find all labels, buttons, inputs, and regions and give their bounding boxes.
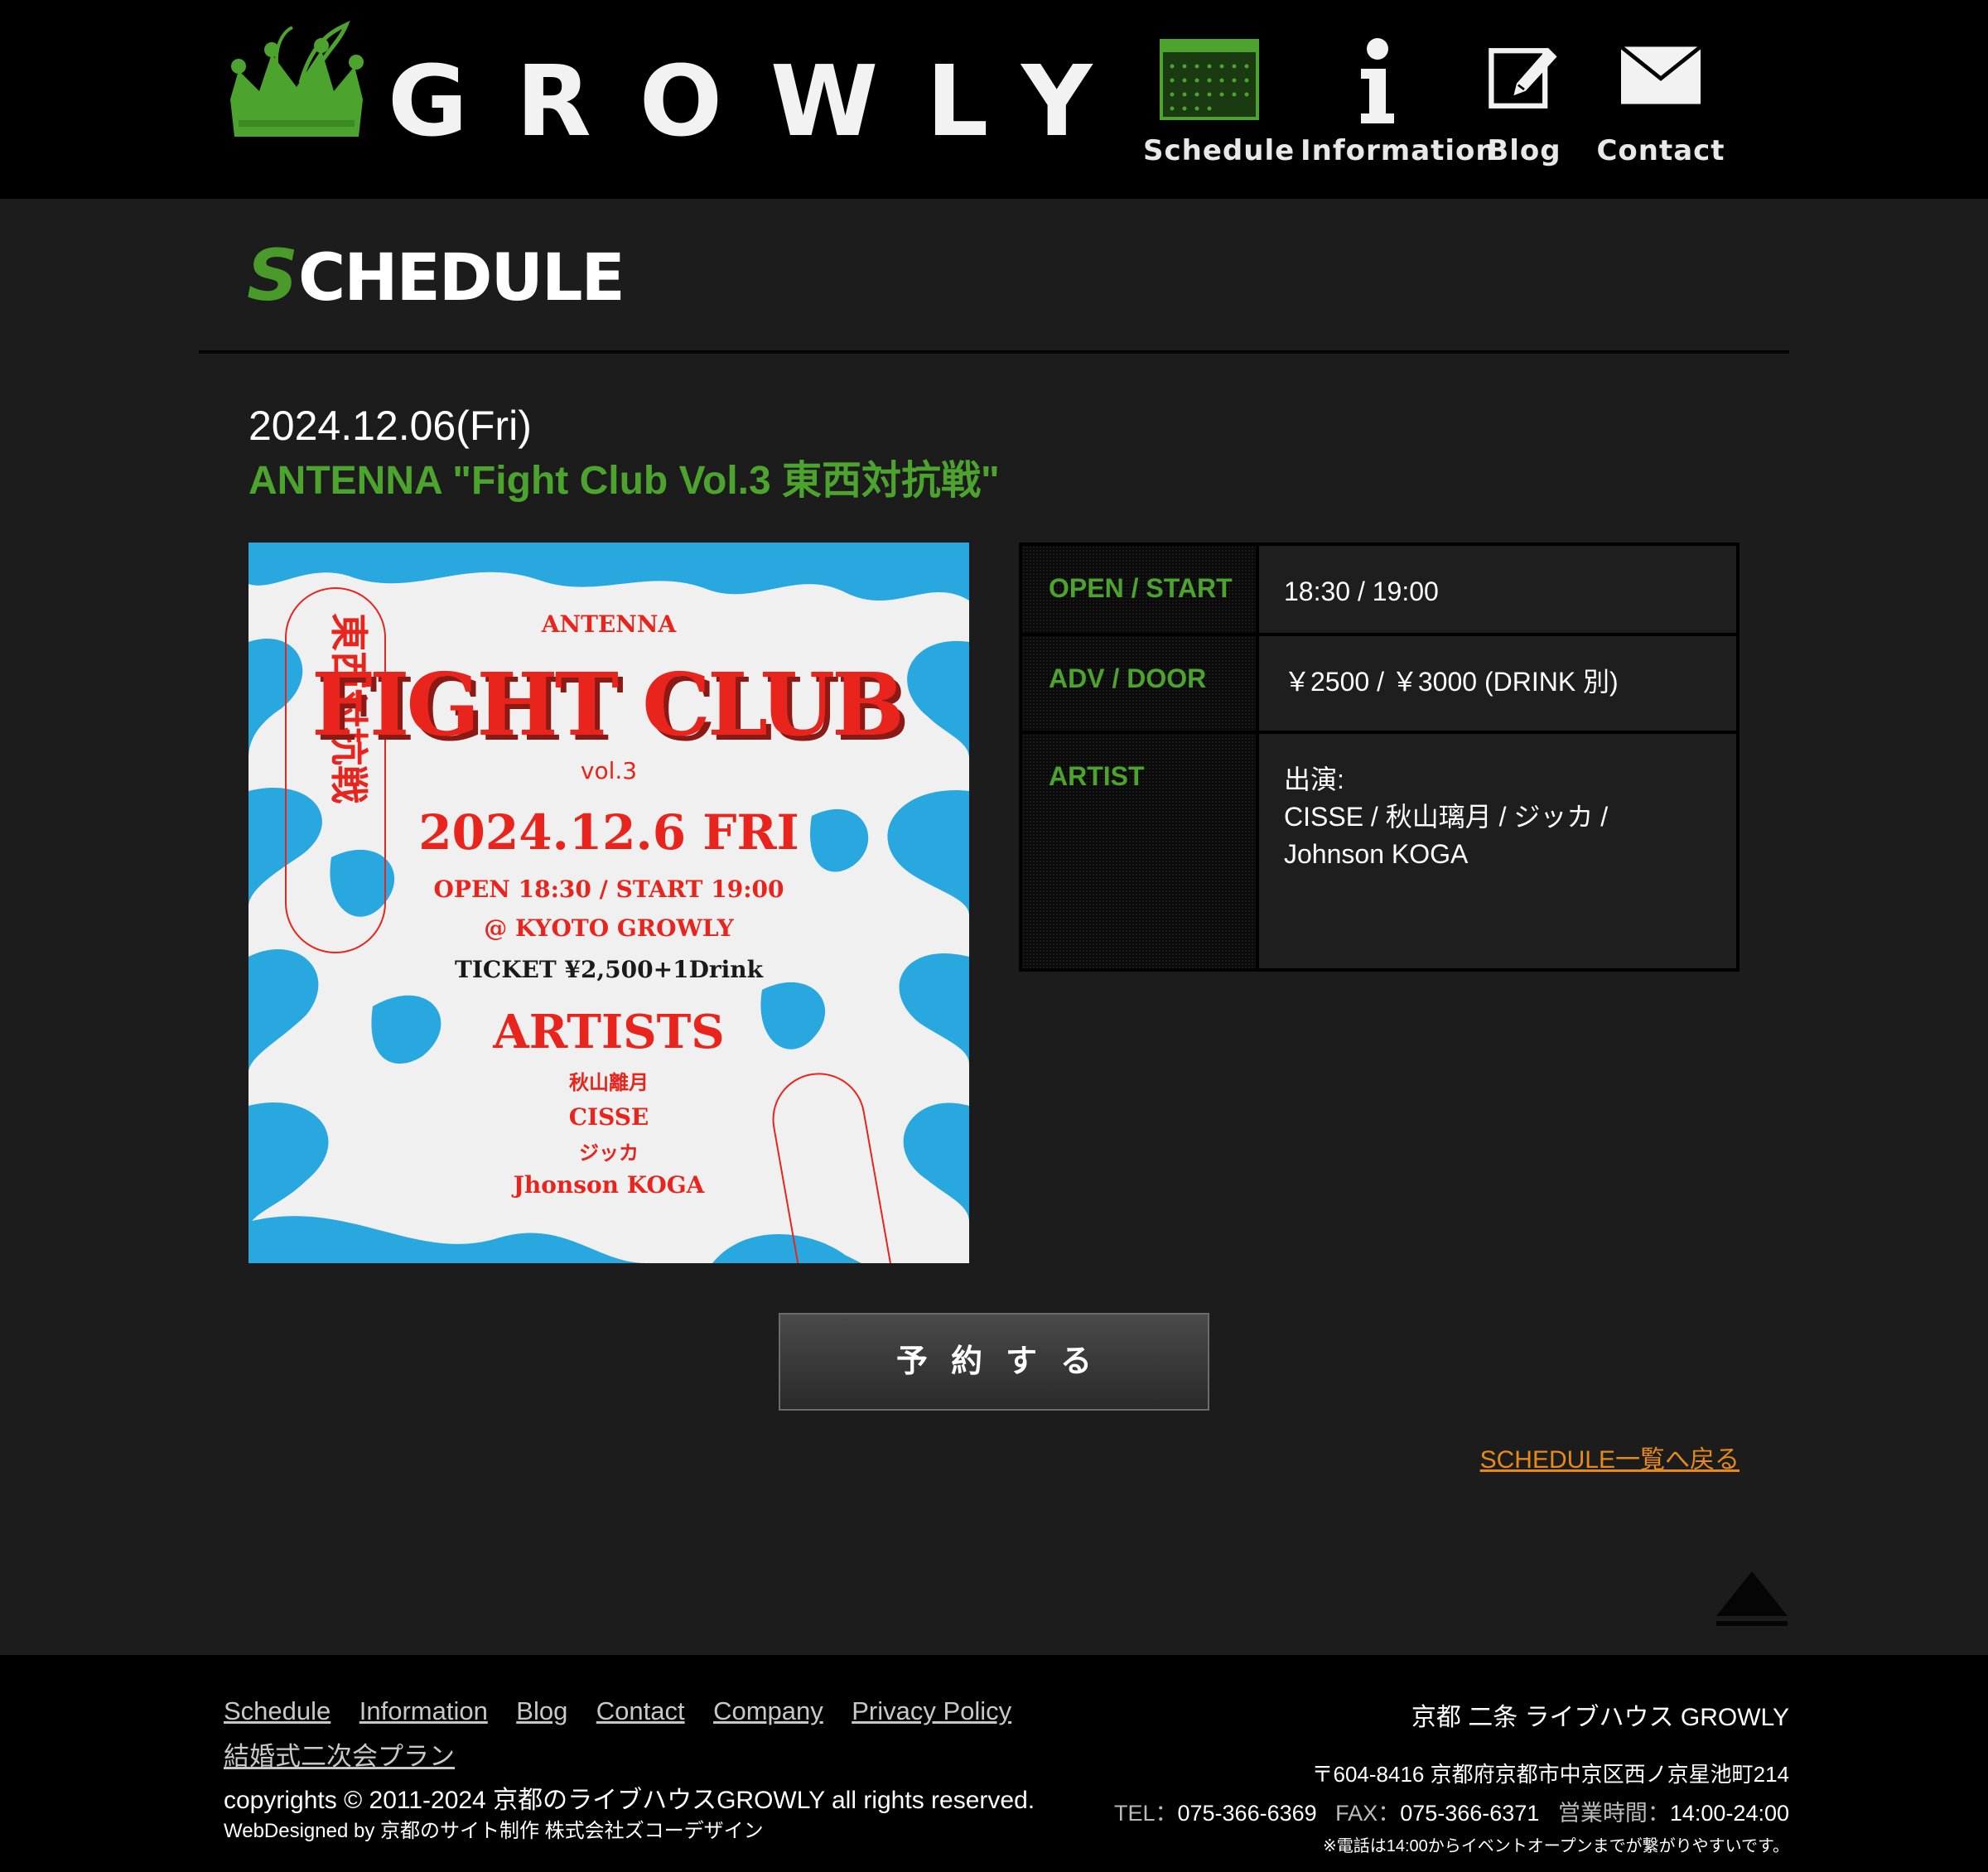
webdesign-credit: WebDesigned by 京都のサイト制作 株式会社ズコーデザイン <box>224 1820 764 1842</box>
flyer-artist: 秋山離月 <box>569 1071 649 1094</box>
footer-link-company[interactable]: Company <box>713 1688 823 1734</box>
artist-label: ARTIST <box>1022 734 1256 968</box>
table-row: ARTIST 出演: CISSE / 秋山璃月 / ジッカ / Johnson … <box>1022 734 1736 968</box>
footer-link-information[interactable]: Information <box>359 1688 488 1734</box>
footer-link-privacy[interactable]: Privacy Policy <box>852 1688 1011 1734</box>
tel-label: TEL： <box>1113 1801 1178 1826</box>
title-divider <box>199 350 1789 354</box>
footer-links: Schedule Information Blog Contact Compan… <box>224 1688 1052 1779</box>
flyer-artist: ジッカ <box>579 1141 639 1165</box>
site-logo[interactable]: GROWLY <box>222 21 1092 150</box>
flyer-artist: Jhonson KOGA <box>511 1171 706 1199</box>
flyer-venue: @ KYOTO GROWLY <box>484 914 735 942</box>
reserve-button[interactable]: 予約する <box>779 1313 1209 1411</box>
flyer-artwork: 東西対抗戦 ANTENNA FIGHT CLUB FIGHT CLUB vol.… <box>248 543 969 1263</box>
page-title: SCHEDULE <box>247 240 625 311</box>
table-row: OPEN / START 18:30 / 19:00 <box>1022 546 1736 633</box>
info-icon <box>1361 38 1394 123</box>
site-header: GROWLY Schedule Information Blog Contact <box>0 0 1988 199</box>
flyer-times: OPEN 18:30 / START 19:00 <box>434 876 784 903</box>
site-footer: Schedule Information Blog Contact Compan… <box>0 1655 1988 1872</box>
footer-link-blog[interactable]: Blog <box>516 1688 567 1734</box>
nav-schedule-label: Schedule <box>1143 134 1296 167</box>
artist-value-line2: CISSE / 秋山璃月 / ジッカ / Johnson KOGA <box>1284 802 1609 869</box>
open-start-label: OPEN / START <box>1022 546 1256 633</box>
footer-phone-line: TEL：075-366-6369 FAX：075-366-6371 営業時間：1… <box>1114 1795 1789 1827</box>
footer-note: ※電話は14:00からイベントオープンまでが繋がりやすいです。 <box>1322 1837 1789 1855</box>
footer-venue: 京都 二条 ライブハウス GROWLY <box>1411 1704 1789 1731</box>
hours-value: 14:00-24:00 <box>1669 1801 1789 1826</box>
open-start-value: 18:30 / 19:00 <box>1259 546 1736 633</box>
footer-address: 〒604-8416 京都府京都市中京区西ノ京星池町214 <box>1311 1762 1789 1787</box>
footer-link-wedding-plan[interactable]: 結婚式二次会プラン <box>224 1734 455 1779</box>
fax-label: FAX： <box>1335 1801 1401 1826</box>
flyer-ticket: TICKET ¥2,500+1Drink <box>455 956 764 983</box>
flyer-vol: vol.3 <box>581 757 637 784</box>
event-date: 2024.12.06(Fri) <box>248 403 532 449</box>
nav-blog-label: Blog <box>1487 134 1561 167</box>
page-title-initial: S <box>247 234 298 317</box>
footer-link-contact[interactable]: Contact <box>596 1688 685 1734</box>
scroll-to-top-icon[interactable] <box>1715 1570 1789 1629</box>
flyer-artist: CISSE <box>569 1103 649 1131</box>
event-info-table: OPEN / START 18:30 / 19:00 ADV / DOOR ￥2… <box>1019 543 1740 972</box>
page-title-rest: CHEDULE <box>297 241 625 316</box>
nav-information-label: Information <box>1300 134 1497 167</box>
fax-value: 075-366-6371 <box>1400 1801 1540 1826</box>
flyer-date: 2024.12.6 FRI <box>418 804 799 861</box>
event-flyer: 東西対抗戦 ANTENNA FIGHT CLUB FIGHT CLUB vol.… <box>248 543 969 1263</box>
back-to-schedule-link[interactable]: SCHEDULE一覧へ戻る <box>1480 1439 1740 1475</box>
artist-value: 出演: CISSE / 秋山璃月 / ジッカ / Johnson KOGA <box>1259 734 1736 968</box>
flyer-top: ANTENNA <box>541 610 678 638</box>
footer-contact-info: 京都 二条 ライブハウス GROWLY 〒604-8416 京都府京都市中京区西… <box>1114 1696 1789 1856</box>
table-row: ADV / DOOR ￥2500 / ￥3000 (DRINK 別) <box>1022 636 1736 731</box>
artist-value-line1: 出演: <box>1284 765 1344 794</box>
price-label: ADV / DOOR <box>1022 636 1256 731</box>
footer-link-schedule[interactable]: Schedule <box>224 1688 331 1734</box>
nav-contact-label: Contact <box>1596 134 1725 167</box>
flyer-artists-heading: ARTISTS <box>492 1005 724 1059</box>
logo-wordmark: GROWLY <box>388 44 1141 158</box>
flyer-title: FIGHT CLUB <box>311 654 901 755</box>
edit-icon <box>1489 47 1557 109</box>
event-title: ANTENNA "Fight Club Vol.3 東西対抗戦" <box>248 459 1000 503</box>
price-value: ￥2500 / ￥3000 (DRINK 別) <box>1259 636 1736 731</box>
crown-icon <box>230 21 364 137</box>
hours-label: 営業時間： <box>1557 1801 1670 1826</box>
calendar-icon <box>1160 39 1259 120</box>
tel-value: 075-366-6369 <box>1177 1801 1317 1826</box>
mail-icon <box>1621 46 1701 104</box>
copyright: copyrights © 2011-2024 京都のライブハウスGROWLY a… <box>224 1787 1035 1814</box>
